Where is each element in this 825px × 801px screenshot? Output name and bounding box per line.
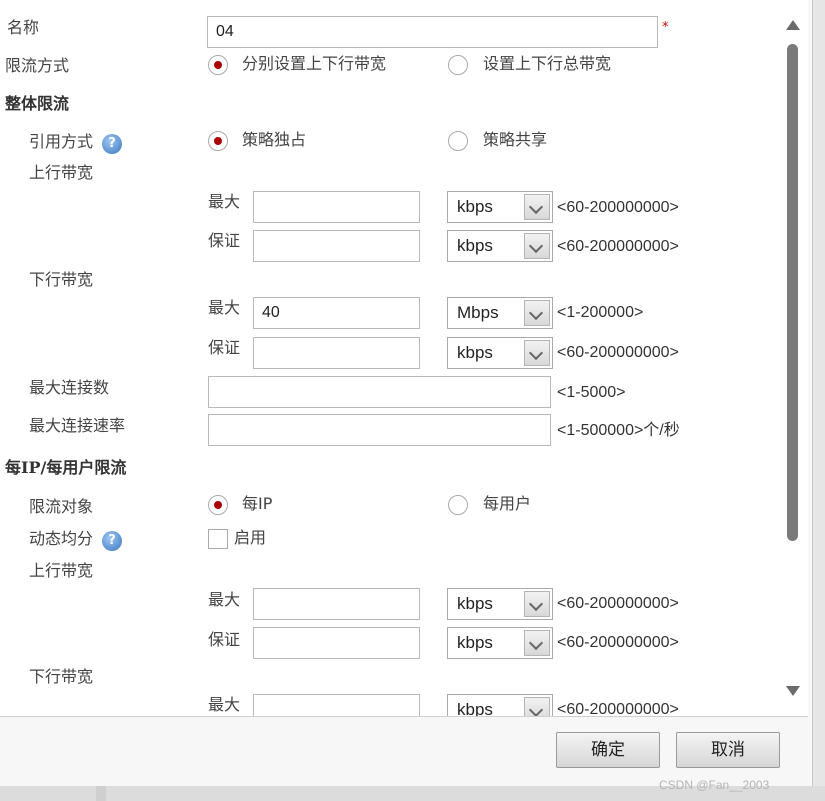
chevron-down-icon[interactable] <box>524 630 550 656</box>
overall-section-title: 整体限流 <box>5 94 70 113</box>
per-down-max-range: <60-200000000> <box>557 701 679 717</box>
per-section-title: 每IP/每用户限流 <box>5 458 127 477</box>
overall-up-max-label: 最大 <box>208 192 241 211</box>
overall-up-max-unit-select[interactable]: kbps <box>447 191 553 223</box>
max-conn-rate-range: <1-500000>个/秒 <box>557 422 680 439</box>
per-up-guar-input[interactable] <box>253 627 420 659</box>
overall-up-guar-input[interactable] <box>253 230 420 262</box>
chevron-down-icon[interactable] <box>524 194 550 220</box>
overall-down-guar-range: <60-200000000> <box>557 344 679 361</box>
overall-up-guar-unit-value: kbps <box>457 236 493 255</box>
ref-exclusive-label: 策略独占 <box>242 130 307 149</box>
chevron-down-icon[interactable] <box>524 340 550 366</box>
dynamic-share-enable-label: 启用 <box>234 528 267 547</box>
name-input[interactable] <box>207 16 658 48</box>
per-up-max-range: <60-200000000> <box>557 595 679 612</box>
mode-separate-label: 分别设置上下行带宽 <box>242 54 387 73</box>
chevron-down-icon[interactable] <box>524 233 550 259</box>
overall-down-max-label: 最大 <box>208 298 241 317</box>
chevron-down-icon[interactable] <box>524 697 550 716</box>
mode-total-radio[interactable] <box>448 55 468 75</box>
cancel-button[interactable]: 取消 <box>676 732 780 768</box>
dynamic-share-label: 动态均分 <box>29 529 94 548</box>
ref-shared-label: 策略共享 <box>483 130 548 149</box>
ok-button[interactable]: 确定 <box>556 732 660 768</box>
mode-total-label: 设置上下行总带宽 <box>483 54 612 73</box>
help-icon[interactable]: ? <box>102 531 122 551</box>
per-up-guar-range: <60-200000000> <box>557 634 679 651</box>
mode-label: 限流方式 <box>5 56 70 75</box>
bandwidth-dialog: 名称 * 限流方式 分别设置上下行带宽 设置上下行总带宽 整体限流 引用方式 ?… <box>0 0 813 786</box>
background-divider <box>96 786 106 801</box>
max-conn-input[interactable] <box>208 376 551 408</box>
overall-down-max-unit-value: Mbps <box>457 303 499 322</box>
per-down-bw-label: 下行带宽 <box>29 667 94 686</box>
scrollbar-thumb[interactable] <box>787 44 798 541</box>
per-down-max-input[interactable] <box>253 694 420 716</box>
overall-up-guar-unit-select[interactable]: kbps <box>447 230 553 262</box>
name-label: 名称 <box>7 18 40 37</box>
overall-up-guar-range: <60-200000000> <box>557 238 679 255</box>
overall-down-guar-input[interactable] <box>253 337 420 369</box>
vertical-scrollbar[interactable] <box>784 14 802 706</box>
chevron-down-icon[interactable] <box>524 591 550 617</box>
per-down-max-label: 最大 <box>208 695 241 714</box>
per-up-guar-unit-select[interactable]: kbps <box>447 627 553 659</box>
overall-down-max-unit-select[interactable]: Mbps <box>447 297 553 329</box>
overall-up-max-range: <60-200000000> <box>557 199 679 216</box>
target-per-user-radio[interactable] <box>448 495 468 515</box>
overall-up-guar-label: 保证 <box>208 231 241 250</box>
watermark: CSDN @Fan__2003 <box>659 778 770 792</box>
per-down-max-unit-select[interactable]: kbps <box>447 694 553 717</box>
scroll-down-icon[interactable] <box>786 686 800 696</box>
required-mark: * <box>662 20 669 35</box>
overall-down-guar-unit-value: kbps <box>457 343 493 362</box>
per-up-bw-label: 上行带宽 <box>29 561 94 580</box>
target-per-user-label: 每用户 <box>483 494 532 513</box>
mode-separate-radio[interactable] <box>208 55 228 75</box>
overall-up-bw-label: 上行带宽 <box>29 163 94 182</box>
overall-down-bw-label: 下行带宽 <box>29 270 94 289</box>
overall-down-guar-unit-select[interactable]: kbps <box>447 337 553 369</box>
overall-up-max-unit-value: kbps <box>457 197 493 216</box>
per-up-max-unit-select[interactable]: kbps <box>447 588 553 620</box>
dynamic-share-checkbox[interactable] <box>208 529 228 549</box>
help-icon[interactable]: ? <box>102 134 122 154</box>
per-up-guar-label: 保证 <box>208 630 241 649</box>
max-conn-label: 最大连接数 <box>29 378 110 397</box>
target-per-ip-radio[interactable] <box>208 495 228 515</box>
max-conn-range: <1-5000> <box>557 384 626 401</box>
form-content: 名称 * 限流方式 分别设置上下行带宽 设置上下行总带宽 整体限流 引用方式 ?… <box>0 0 808 717</box>
overall-down-max-range: <1-200000> <box>557 304 644 321</box>
overall-up-max-input[interactable] <box>253 191 420 223</box>
per-up-max-label: 最大 <box>208 590 241 609</box>
max-conn-rate-input[interactable] <box>208 414 551 446</box>
target-label: 限流对象 <box>29 497 94 516</box>
ref-shared-radio[interactable] <box>448 131 468 151</box>
overall-down-guar-label: 保证 <box>208 338 241 357</box>
max-conn-rate-label: 最大连接速率 <box>29 416 126 435</box>
chevron-down-icon[interactable] <box>524 300 550 326</box>
per-up-max-unit-value: kbps <box>457 594 493 613</box>
overall-down-max-input[interactable] <box>253 297 420 329</box>
per-up-guar-unit-value: kbps <box>457 633 493 652</box>
scroll-up-icon[interactable] <box>786 20 800 30</box>
ref-exclusive-radio[interactable] <box>208 131 228 151</box>
ref-mode-label: 引用方式 <box>29 132 94 151</box>
per-up-max-input[interactable] <box>253 588 420 620</box>
per-down-max-unit-value: kbps <box>457 700 493 717</box>
target-per-ip-label: 每IP <box>242 494 273 513</box>
